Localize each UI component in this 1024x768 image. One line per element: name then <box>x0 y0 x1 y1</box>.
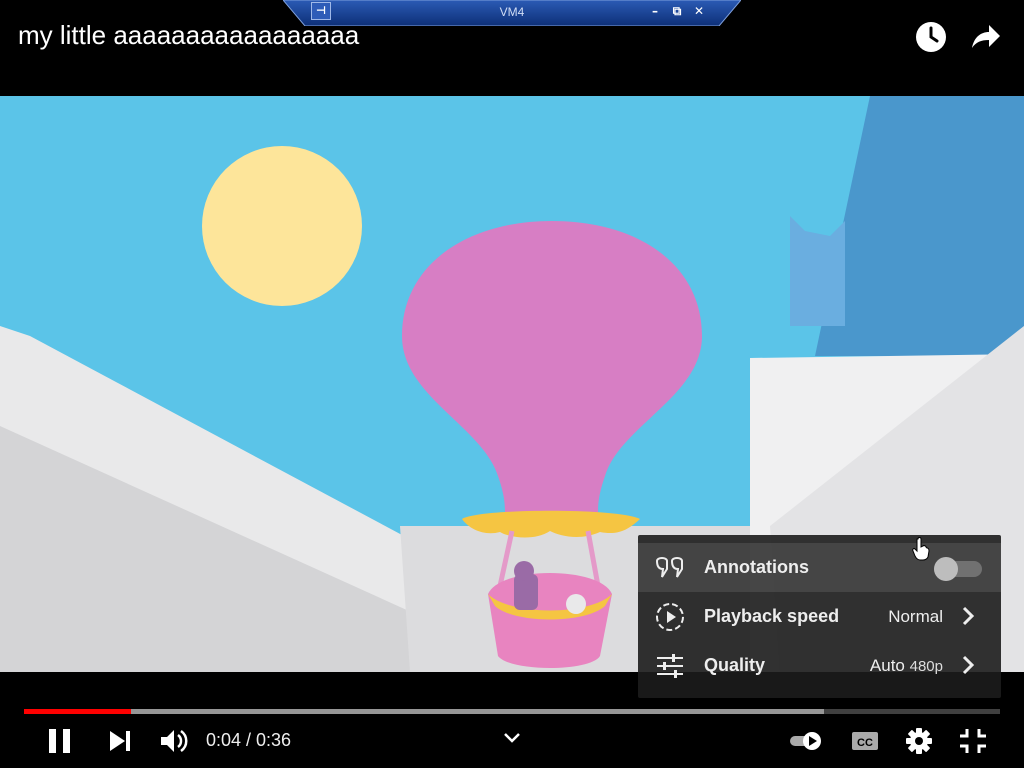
captions-icon[interactable]: CC <box>849 726 881 756</box>
next-icon[interactable] <box>104 726 136 756</box>
chevron-right-icon <box>962 655 975 675</box>
annotations-icon <box>655 557 683 578</box>
settings-menu: Annotations Playback speed Normal Qualit… <box>638 535 1001 698</box>
menu-item-annotations[interactable]: Annotations <box>638 543 1001 592</box>
playback-speed-label: Playback speed <box>704 606 840 626</box>
minimize-icon[interactable]: – <box>647 3 663 19</box>
playback-speed-value: Normal <box>888 607 943 626</box>
menu-item-quality[interactable]: Quality Auto 480p <box>638 641 1001 690</box>
playback-speed-icon <box>656 603 684 631</box>
quality-value: Auto 480p <box>870 656 943 676</box>
progress-played <box>24 709 132 714</box>
quality-label: Quality <box>704 655 766 675</box>
clock-icon[interactable] <box>914 20 948 54</box>
chevron-right-icon <box>962 606 975 626</box>
menu-item-playback-speed[interactable]: Playback speed Normal <box>638 592 1001 641</box>
autoplay-toggle-icon[interactable] <box>788 726 824 756</box>
annotations-label: Annotations <box>704 557 809 577</box>
quality-sliders-icon <box>657 654 683 678</box>
volume-icon[interactable] <box>158 726 190 756</box>
sun <box>202 146 362 306</box>
settings-gear-icon[interactable] <box>903 726 935 756</box>
progress-bar[interactable] <box>24 709 1000 714</box>
annotations-toggle[interactable] <box>932 557 984 581</box>
progress-buffered <box>24 709 825 714</box>
restore-icon[interactable]: ⧉ <box>669 3 685 19</box>
svg-text:CC: CC <box>857 737 873 749</box>
quality-value-main: Auto <box>869 656 905 675</box>
share-arrow-icon[interactable] <box>968 20 1002 54</box>
pause-icon[interactable] <box>44 726 76 756</box>
chevron-down-icon[interactable] <box>502 731 522 745</box>
quality-value-sub: 480p <box>909 658 943 675</box>
close-icon[interactable]: ✕ <box>691 3 707 19</box>
hand-cursor-icon <box>912 537 930 561</box>
video-title[interactable]: my little aaaaaaaaaaaaaaaaa <box>18 20 359 51</box>
time-display: 0:04 / 0:36 <box>206 730 292 750</box>
exit-fullscreen-icon[interactable] <box>957 726 989 756</box>
